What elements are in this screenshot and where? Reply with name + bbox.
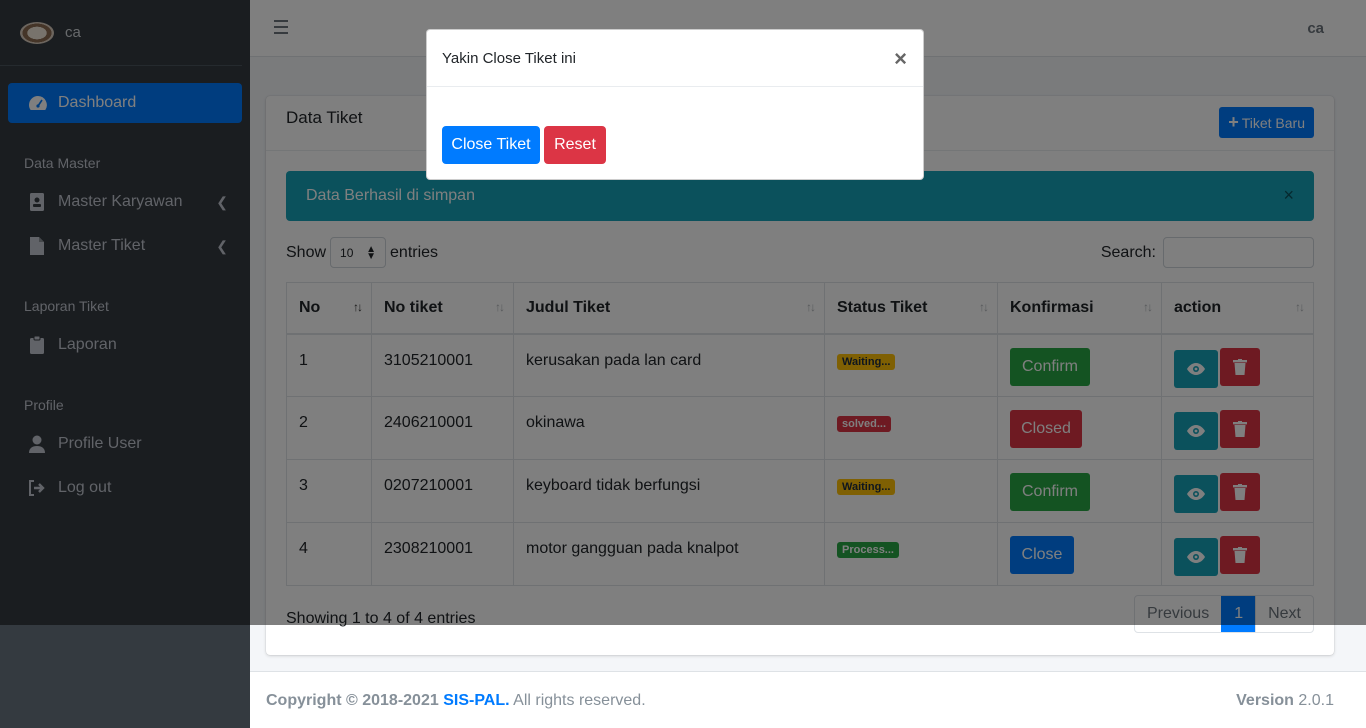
modal-body: Close Tiket Reset [442, 126, 606, 164]
close-ticket-modal: Yakin Close Tiket ini × Close Tiket Rese… [426, 29, 924, 180]
footer-brand-link[interactable]: SIS-PAL. [443, 692, 509, 709]
reset-button[interactable]: Reset [544, 126, 606, 164]
version-number: 2.0.1 [1298, 692, 1334, 709]
modal-header: Yakin Close Tiket ini × [427, 30, 923, 87]
close-ticket-button[interactable]: Close Tiket [442, 126, 540, 164]
footer: Copyright © 2018-2021 SIS-PAL. All right… [250, 671, 1366, 728]
footer-version: Version 2.0.1 [1236, 692, 1334, 710]
copyright-text: Copyright © 2018-2021 [266, 692, 439, 709]
modal-close-icon[interactable]: × [894, 46, 907, 72]
rights-text: All rights reserved. [513, 692, 646, 709]
version-label: Version [1236, 692, 1294, 709]
modal-title: Yakin Close Tiket ini [442, 50, 576, 67]
footer-copyright: Copyright © 2018-2021 SIS-PAL. All right… [266, 692, 646, 710]
